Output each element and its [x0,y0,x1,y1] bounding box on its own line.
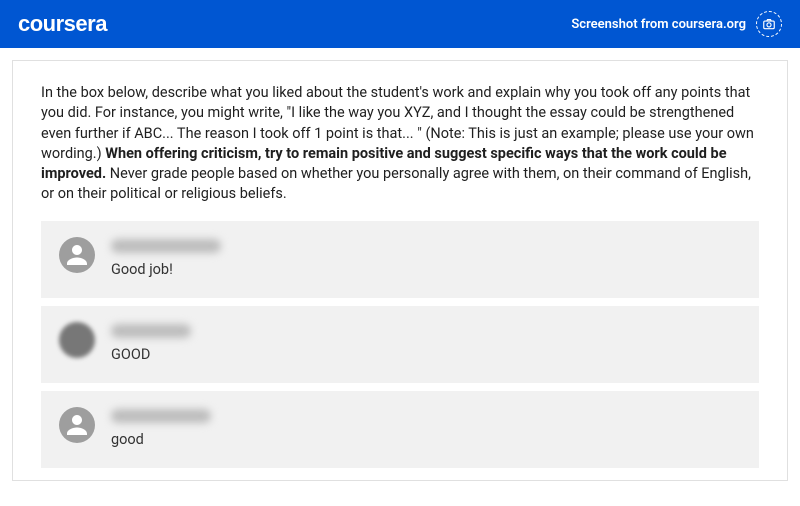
app-header: coursera Screenshot from coursera.org [0,0,800,48]
avatar [59,322,95,358]
comment-text: GOOD [111,346,741,363]
content-area: In the box below, describe what you like… [0,48,800,493]
comment-body: good [111,407,741,448]
comment-body: Good job! [111,237,741,278]
coursera-logo: coursera [18,11,107,37]
review-card: In the box below, describe what you like… [12,60,788,481]
avatar [59,407,95,443]
comment-row: good [41,391,759,468]
avatar [59,237,95,273]
comment-row: Good job! [41,221,759,298]
instructions-text: In the box below, describe what you like… [41,83,759,205]
username-redacted [111,324,191,338]
comment-text: Good job! [111,261,741,278]
instructions-part2: Never grade people based on whether you … [41,165,751,202]
comment-row: GOOD [41,306,759,383]
camera-icon [756,11,782,37]
screenshot-label: Screenshot from coursera.org [571,17,746,32]
comment-text: good [111,431,741,448]
comment-body: GOOD [111,322,741,363]
header-right: Screenshot from coursera.org [571,11,782,37]
username-redacted [111,239,221,253]
username-redacted [111,409,211,423]
